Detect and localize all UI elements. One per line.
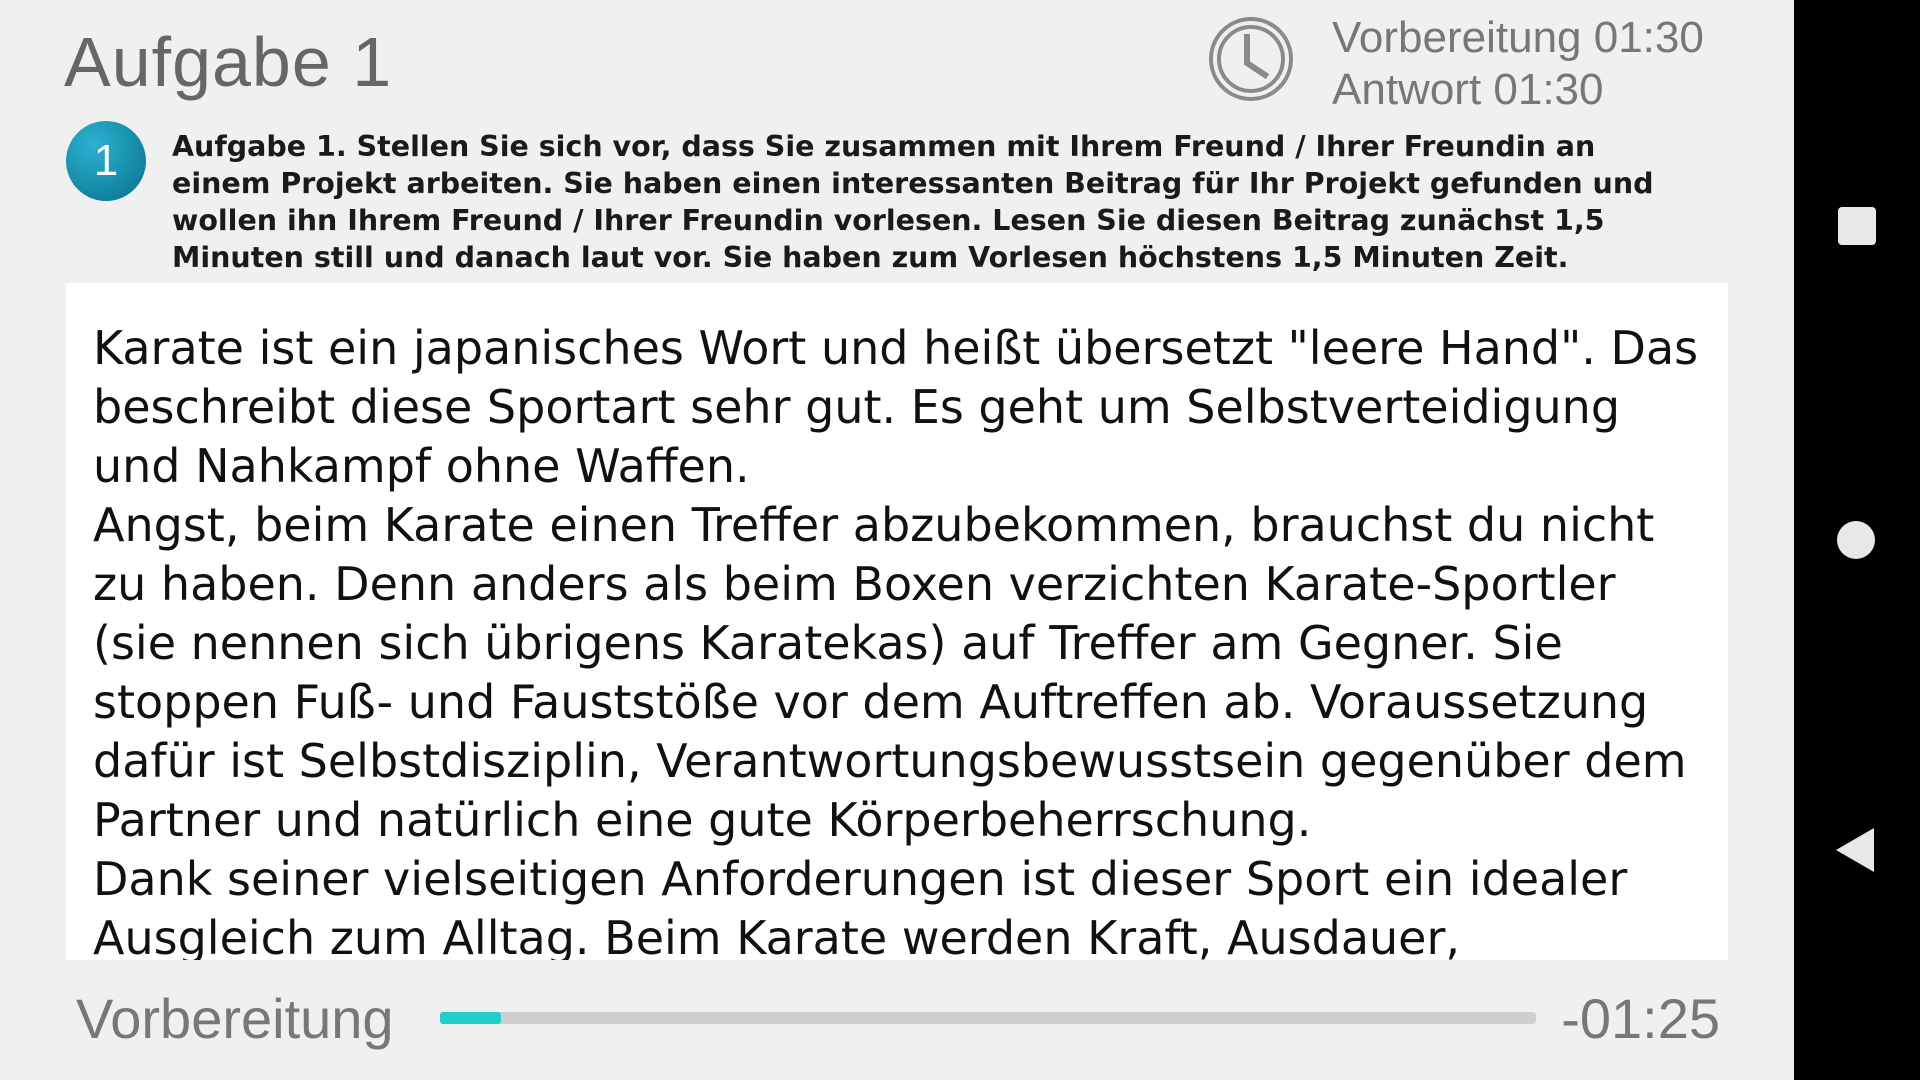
task-instruction: Aufgabe 1. Stellen Sie sich vor, dass Si… — [172, 130, 1654, 274]
circle-icon[interactable] — [1837, 521, 1875, 559]
timer-info: Vorbereitung 01:30 Antwort 01:30 — [1332, 12, 1704, 116]
clock-icon — [1209, 17, 1293, 101]
progress-bar — [440, 1012, 1536, 1024]
triangle-back-icon[interactable] — [1836, 828, 1874, 872]
square-icon[interactable] — [1838, 207, 1876, 245]
preparation-time: Vorbereitung 01:30 — [1332, 13, 1704, 62]
exam-screen: Aufgabe 1 Vorbereitung 01:30 Antwort 01:… — [0, 0, 1794, 1080]
reading-panel[interactable]: Karate ist ein japanisches Wort und heiß… — [66, 283, 1728, 960]
phase-label: Vorbereitung — [76, 987, 394, 1050]
progress-fill — [440, 1012, 501, 1024]
answer-time: Antwort 01:30 — [1332, 65, 1604, 114]
page-title: Aufgabe 1 — [64, 23, 393, 101]
time-remaining: -01:25 — [1561, 987, 1720, 1050]
system-navigation-bar — [1794, 0, 1920, 1080]
task-number-badge: 1 — [66, 121, 146, 201]
reading-text: Karate ist ein japanisches Wort und heiß… — [93, 321, 1699, 960]
